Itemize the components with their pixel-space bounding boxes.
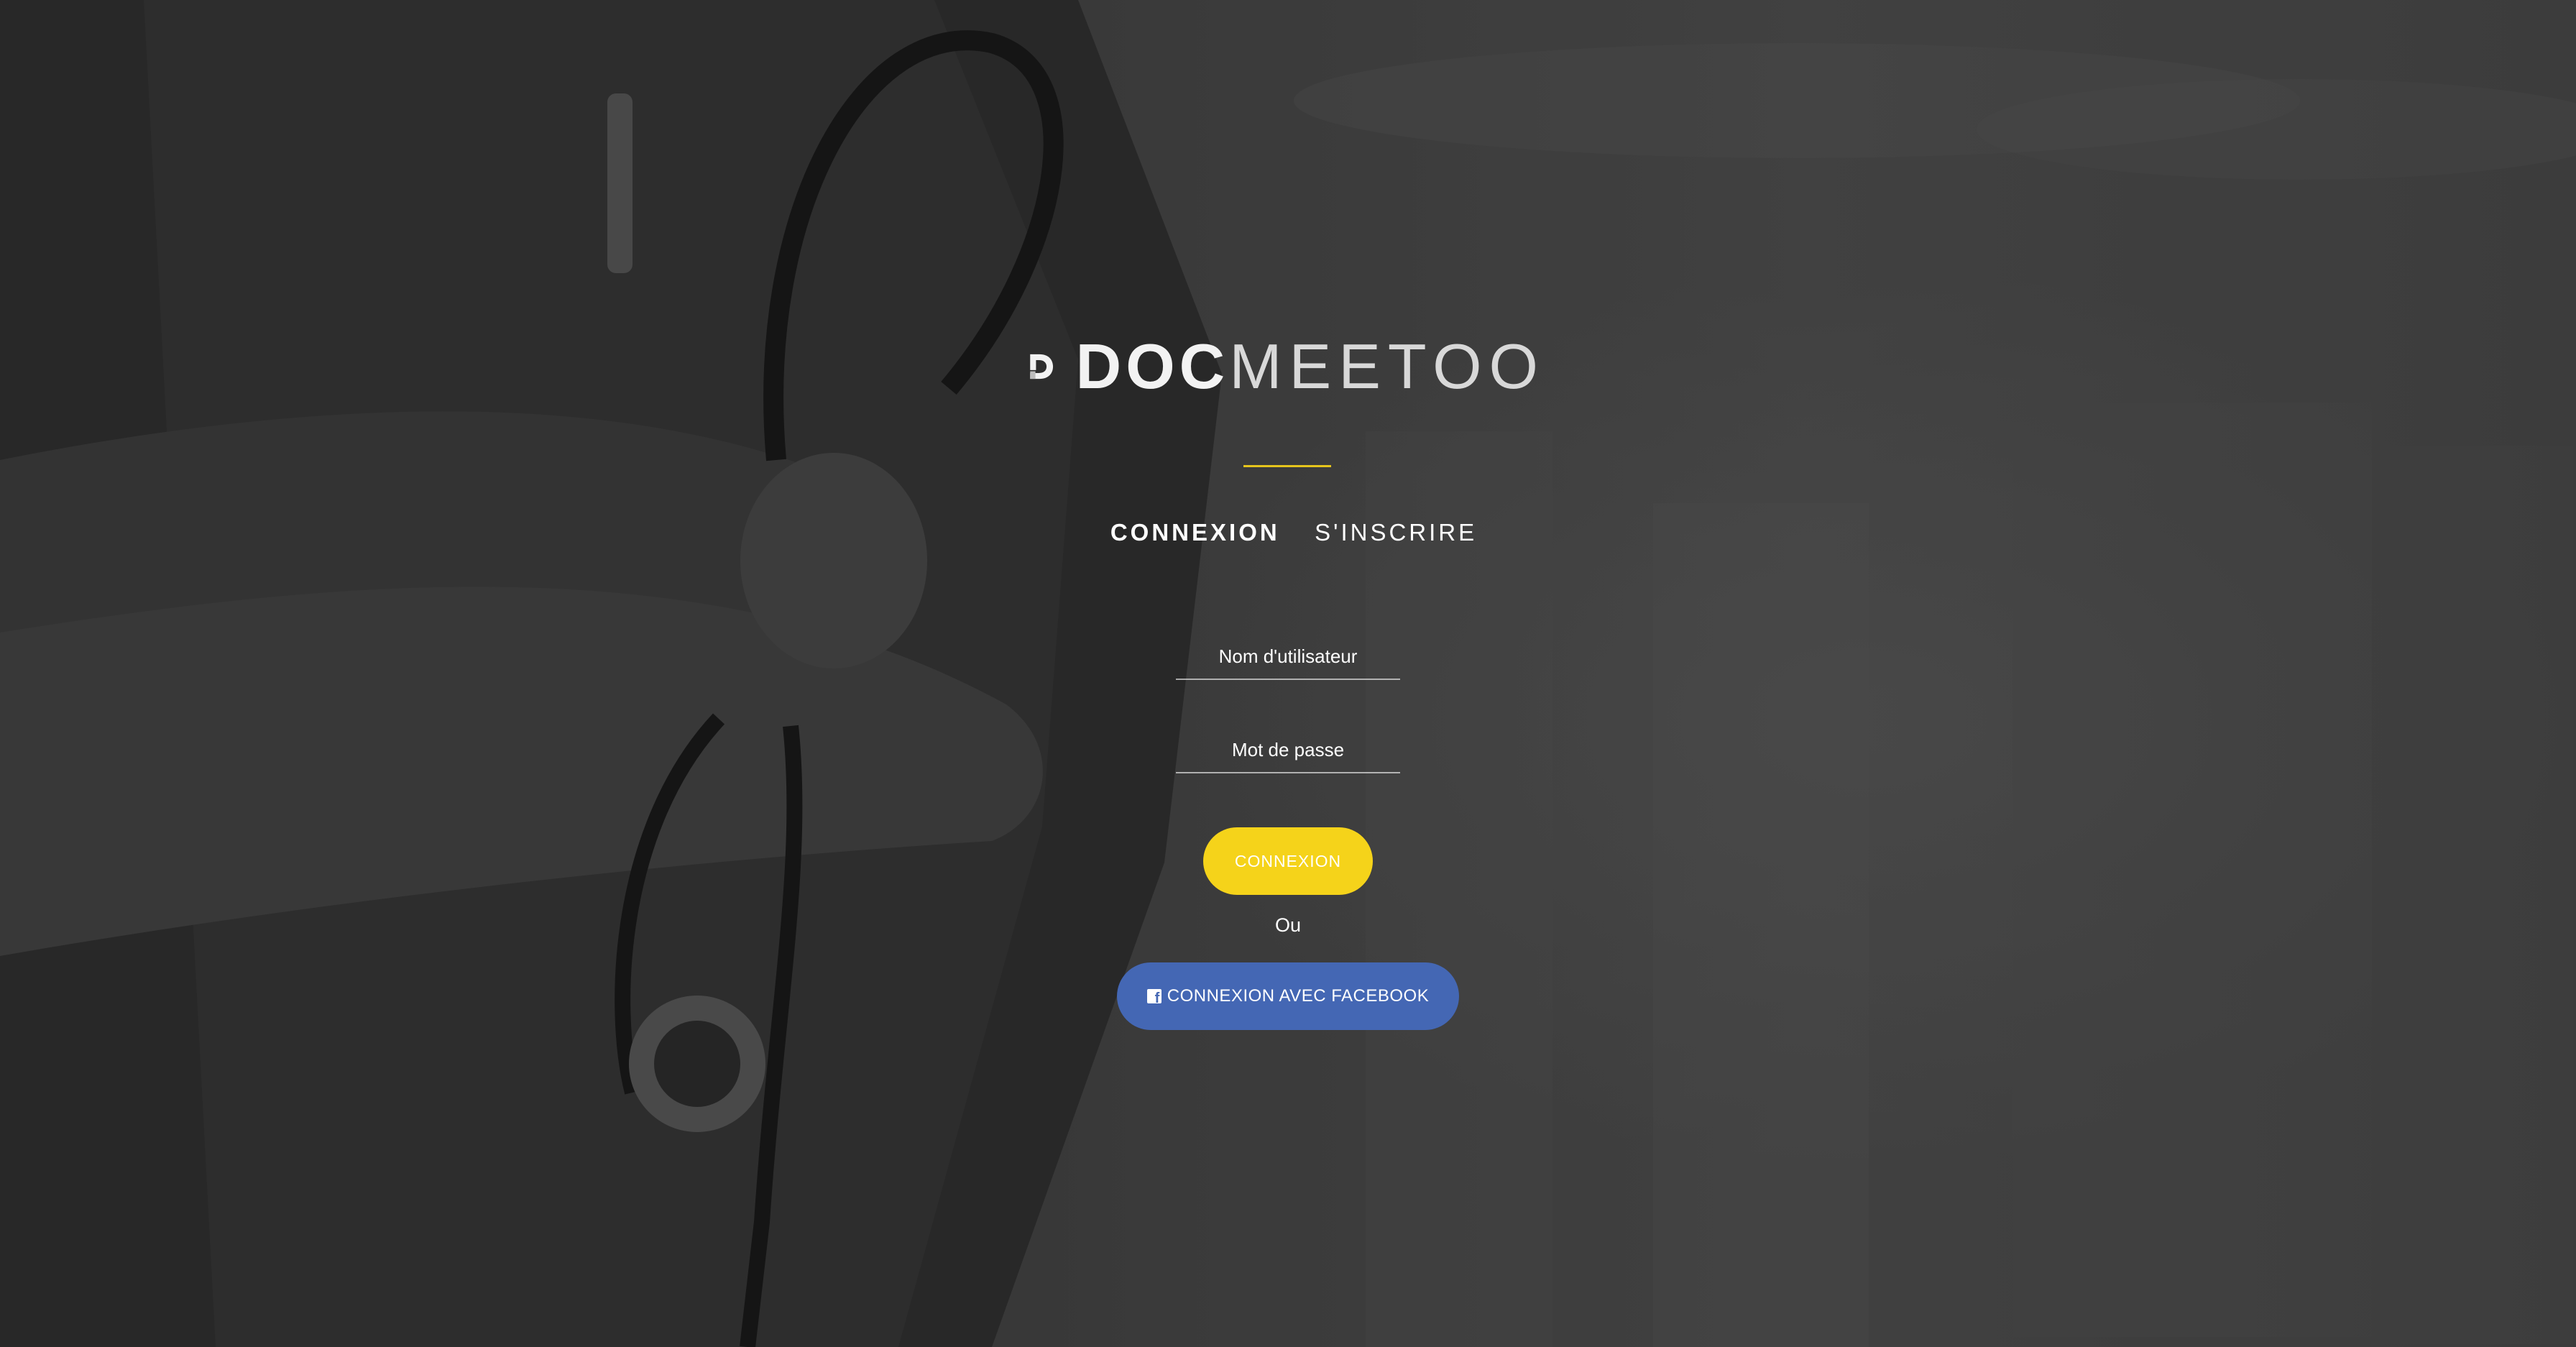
d-logo-icon (1030, 354, 1054, 380)
login-button[interactable]: CONNEXION (1203, 827, 1373, 895)
facebook-login-button[interactable]: f CONNEXION AVEC FACEBOOK (1117, 962, 1459, 1030)
logo-text-bold: DOC (1075, 331, 1230, 402)
docmeetoo-logo: DOCMEETOO (1028, 327, 1545, 406)
tab-inscrire[interactable]: S'INSCRIRE (1315, 519, 1477, 546)
logo-wordmark: DOCMEETOO (1076, 335, 1545, 398)
facebook-icon: f (1146, 989, 1162, 1006)
yellow-divider (1243, 465, 1331, 467)
logo-text-light: MEETOO (1229, 331, 1545, 402)
auth-tabs: CONNEXION S'INSCRIRE (1078, 519, 1509, 562)
facebook-login-label: CONNEXION AVEC FACEBOOK (1167, 986, 1430, 1006)
password-field (1176, 727, 1400, 773)
username-input[interactable] (1176, 634, 1400, 679)
tab-connexion[interactable]: CONNEXION (1110, 519, 1280, 546)
login-panel: DOCMEETOO CONNEXION S'INSCRIRE CONNEXION… (0, 0, 2576, 1347)
password-input[interactable] (1176, 727, 1400, 772)
username-field (1176, 634, 1400, 680)
or-separator: Ou (1274, 914, 1302, 936)
